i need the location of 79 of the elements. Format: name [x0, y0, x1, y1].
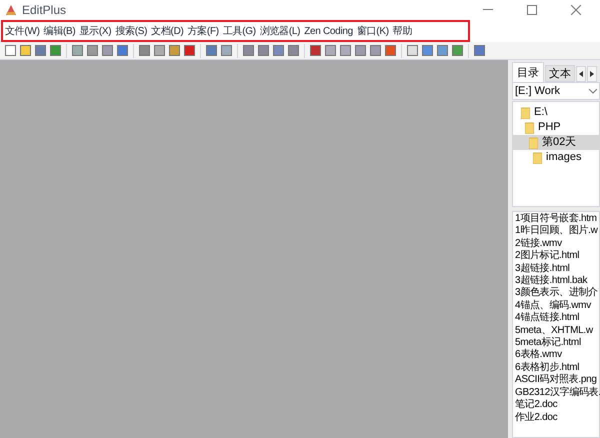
panel-tab[interactable]: 文本 — [545, 65, 575, 82]
file-item[interactable]: 5meta、XHTML.w — [515, 324, 593, 338]
toolbar-icon[interactable] — [473, 44, 486, 57]
menu-item[interactable]: 搜索(S) — [115, 24, 148, 38]
file-item[interactable]: 3超链接.html — [515, 262, 570, 276]
file-item[interactable]: ASCII码对照表.png — [515, 374, 597, 387]
file-item[interactable]: 1项目符号嵌套.htm — [515, 213, 597, 226]
toolbar-icon[interactable] — [183, 44, 196, 57]
drive-label: [E:] Work — [515, 84, 562, 99]
file-item[interactable]: 6表格初步.html — [515, 362, 580, 374]
scroll-left-button[interactable] — [576, 66, 586, 82]
toolbar-icon[interactable] — [339, 44, 352, 57]
app-logo-icon — [4, 3, 18, 17]
toolbar-icon[interactable] — [19, 44, 32, 57]
toolbar-icon[interactable] — [451, 44, 464, 57]
toolbar-icon[interactable] — [138, 44, 151, 57]
chevron-down-icon — [589, 88, 597, 94]
file-item[interactable]: 1昨日回顾、图片.w — [515, 225, 598, 238]
tree-item[interactable]: images — [513, 150, 599, 165]
menu-item[interactable]: 编辑(B) — [44, 24, 76, 38]
folder-icon — [521, 106, 530, 118]
toolbar-icon[interactable] — [116, 44, 129, 57]
drive-dropdown[interactable]: [E:] Work — [512, 82, 600, 100]
toolbar-icon[interactable] — [354, 44, 367, 57]
tree-item[interactable]: 第02天 — [513, 135, 599, 150]
menu-item[interactable]: 帮助 — [392, 24, 412, 38]
menu-item[interactable]: 方案(F) — [188, 24, 219, 38]
menu-item[interactable]: 工具(G) — [222, 24, 256, 38]
toolbar-icon[interactable] — [406, 44, 419, 57]
toolbar-icon[interactable] — [205, 44, 218, 57]
toolbar-icon[interactable] — [309, 44, 322, 57]
file-item[interactable]: 2图片标记.html — [515, 250, 580, 263]
toolbar-icon[interactable] — [86, 44, 99, 57]
file-item[interactable]: 6表格.wmv — [515, 349, 562, 362]
toolbar-icon[interactable] — [153, 44, 166, 57]
toolbar-icon[interactable] — [71, 44, 84, 57]
toolbar-icon[interactable] — [324, 44, 337, 57]
menu-item[interactable]: 浏览器(L) — [260, 24, 300, 38]
toolbar-icon[interactable] — [168, 44, 181, 57]
minimize-icon — [483, 9, 493, 11]
file-item[interactable]: 5meta标记.html — [515, 337, 581, 350]
menu-item[interactable]: 文档(D) — [151, 24, 184, 38]
folder-icon — [533, 152, 542, 164]
tree-item[interactable]: PHP — [513, 120, 599, 135]
window-title: EditPlus — [22, 2, 66, 19]
toolbar-icon[interactable] — [436, 44, 449, 57]
toolbar-icon[interactable] — [49, 44, 62, 57]
toolbar-icon[interactable] — [242, 44, 255, 57]
file-item[interactable]: 笔记2.doc — [515, 399, 558, 412]
file-item[interactable]: 4锚点链接.html — [515, 312, 580, 325]
close-icon — [571, 5, 581, 15]
file-item[interactable]: GB2312汉字编码表. — [515, 386, 600, 400]
toolbar-icon[interactable] — [101, 44, 114, 57]
file-item[interactable]: 2链接.wmv — [515, 238, 562, 250]
toolbar-icon[interactable] — [34, 44, 47, 57]
toolbar-icon[interactable] — [272, 44, 285, 57]
file-item[interactable]: 3超链接.html.bak — [515, 275, 588, 288]
menu-item[interactable]: Zen Coding — [304, 24, 353, 38]
file-item[interactable]: 作业2.doc — [515, 412, 558, 424]
toolbar-icon[interactable] — [4, 44, 17, 57]
toolbar-icon[interactable] — [220, 44, 233, 57]
maximize-icon — [527, 5, 537, 15]
menu-item[interactable]: 文件(W) — [5, 24, 40, 38]
triangle-right-icon — [589, 70, 595, 78]
file-item[interactable]: 3颜色表示、进制介 — [515, 287, 598, 300]
toolbar-icon[interactable] — [421, 44, 434, 57]
toolbar-icon[interactable] — [369, 44, 382, 57]
file-item[interactable]: 4锚点、编码.wmv — [515, 300, 591, 312]
menu-item[interactable]: 窗口(K) — [356, 24, 389, 38]
panel-tab[interactable]: 目录 — [512, 62, 544, 82]
toolbar-icon[interactable] — [287, 44, 300, 57]
scroll-right-button[interactable] — [587, 66, 597, 82]
toolbar-icon[interactable] — [257, 44, 270, 57]
toolbar-icon[interactable] — [384, 44, 397, 57]
folder-icon — [529, 136, 538, 148]
folder-icon — [525, 122, 534, 134]
triangle-left-icon — [578, 70, 584, 78]
tree-item[interactable]: E:\ — [513, 105, 599, 120]
menu-item[interactable]: 显示(X) — [79, 24, 112, 38]
